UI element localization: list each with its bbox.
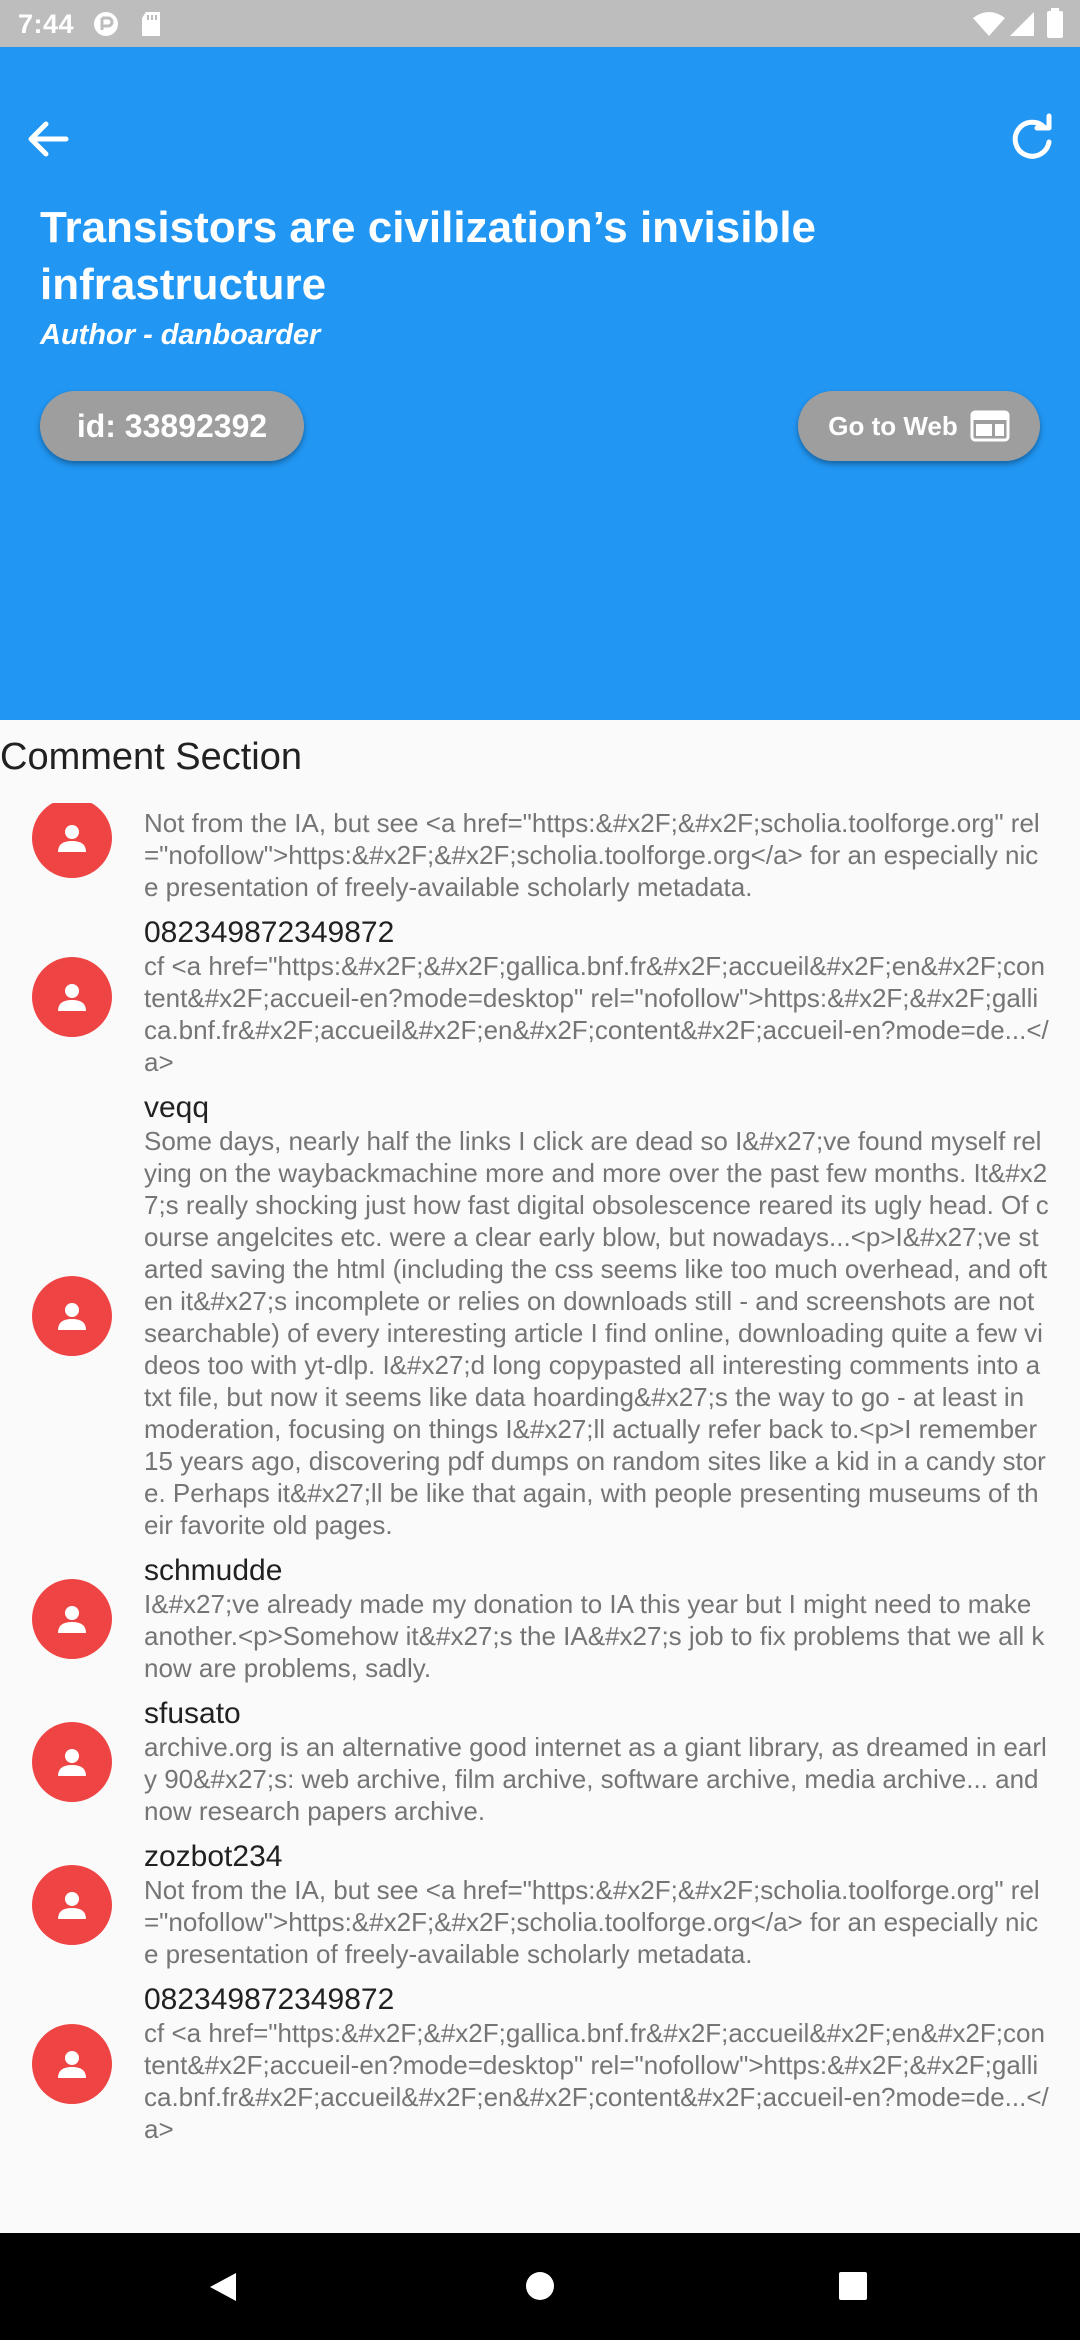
status-time: 7:44 [18, 9, 75, 39]
comment-body: zozbot234Not from the IA, but see <a hre… [144, 803, 1049, 903]
comment-author: 082349872349872 [144, 916, 395, 949]
wifi-icon [972, 10, 1006, 45]
triangle-back-icon [210, 2273, 236, 2301]
comment-item: zozbot234Not from the IA, but see <a hre… [0, 803, 1080, 903]
person-icon [58, 1892, 86, 1919]
id-chip[interactable]: id: 33892392 [40, 391, 304, 461]
comment-body: zozbot234Not from the IA, but see <a hre… [144, 1840, 1049, 1970]
comment-text: Not from the IA, but see <a href="https:… [144, 808, 1040, 902]
back-button[interactable] [20, 111, 76, 167]
article-author: Author - danboarder [40, 319, 321, 351]
person-icon [58, 2051, 86, 2078]
avatar [32, 1276, 112, 1356]
comment-list[interactable]: zozbot234Not from the IA, but see <a hre… [0, 803, 1080, 2233]
avatar [32, 1722, 112, 1802]
square-recents-icon [839, 2272, 867, 2300]
go-to-web-label: Go to Web [828, 410, 958, 441]
comment-body: sfusato archive.org is an alternative goo… [144, 1697, 1049, 1827]
data-saver-icon [92, 10, 120, 45]
comment-item: schmudde I&#x27;ve already made my donati… [0, 1554, 1080, 1684]
nav-recents-button[interactable] [838, 2271, 868, 2306]
comment-text: Some days, nearly half the links I click… [144, 1126, 1049, 1540]
avatar [32, 803, 112, 878]
comment-author: zozbot234 [144, 1840, 283, 1873]
avatar [32, 957, 112, 1037]
status-bar: 7:44 [0, 0, 1080, 47]
comment-author: veqq [144, 1091, 210, 1124]
person-icon [58, 1303, 86, 1330]
avatar [32, 1865, 112, 1945]
comment-text: I&#x27;ve already made my donation to IA… [144, 1589, 1045, 1683]
comment-text: cf <a href="https:&#x2F;&#x2F;gallica.bn… [144, 2018, 1049, 2144]
person-icon [58, 1606, 86, 1633]
sd-card-icon [140, 10, 162, 45]
comment-item: zozbot234Not from the IA, but see <a hre… [0, 1840, 1080, 1970]
comment-item: veqq Some days, nearly half the links I c… [0, 1091, 1080, 1541]
comment-item: 082349872349872 cf <a href="https:&#x2F;&… [0, 916, 1080, 1078]
circle-home-icon [526, 2272, 554, 2300]
comment-text: cf <a href="https:&#x2F;&#x2F;gallica.bn… [144, 951, 1049, 1077]
navigation-bar [0, 2233, 1080, 2340]
person-icon [58, 984, 86, 1011]
avatar [32, 1579, 112, 1659]
comment-section-title: Comment Section [0, 736, 303, 778]
article-header: Transistors are civilization’s invisible… [0, 47, 1080, 720]
comment-item: sfusato archive.org is an alternative goo… [0, 1697, 1080, 1827]
article-title: Transistors are civilization’s invisible… [40, 203, 817, 309]
comment-author: schmudde [144, 1554, 283, 1587]
arrow-back-icon [28, 121, 69, 157]
comment-body: schmudde I&#x27;ve already made my donati… [144, 1554, 1049, 1684]
comment-text: archive.org is an alternative good inter… [144, 1732, 1047, 1826]
avatar [32, 2024, 112, 2104]
web-browser-icon [970, 410, 1010, 442]
nav-home-button[interactable] [525, 2271, 555, 2306]
id-label: id: 33892392 [76, 407, 268, 444]
nav-back-button[interactable] [208, 2271, 238, 2308]
refresh-button[interactable] [1004, 111, 1060, 167]
comment-item: 082349872349872 cf <a href="https:&#x2F;&… [0, 1983, 1080, 2145]
comment-body: veqq Some days, nearly half the links I c… [144, 1091, 1049, 1541]
person-icon [58, 1749, 86, 1776]
cell-signal-icon [1008, 10, 1036, 45]
go-to-web-button[interactable]: Go to Web [798, 391, 1040, 461]
comment-body: 082349872349872 cf <a href="https:&#x2F;&… [144, 1983, 1049, 2145]
comment-author: sfusato [144, 1697, 241, 1730]
battery-icon [1046, 8, 1064, 45]
comment-author: 082349872349872 [144, 1983, 395, 2016]
comment-body: 082349872349872 cf <a href="https:&#x2F;&… [144, 916, 1049, 1078]
person-icon [58, 825, 86, 852]
comment-text: Not from the IA, but see <a href="https:… [144, 1875, 1040, 1969]
refresh-icon [1012, 113, 1052, 159]
